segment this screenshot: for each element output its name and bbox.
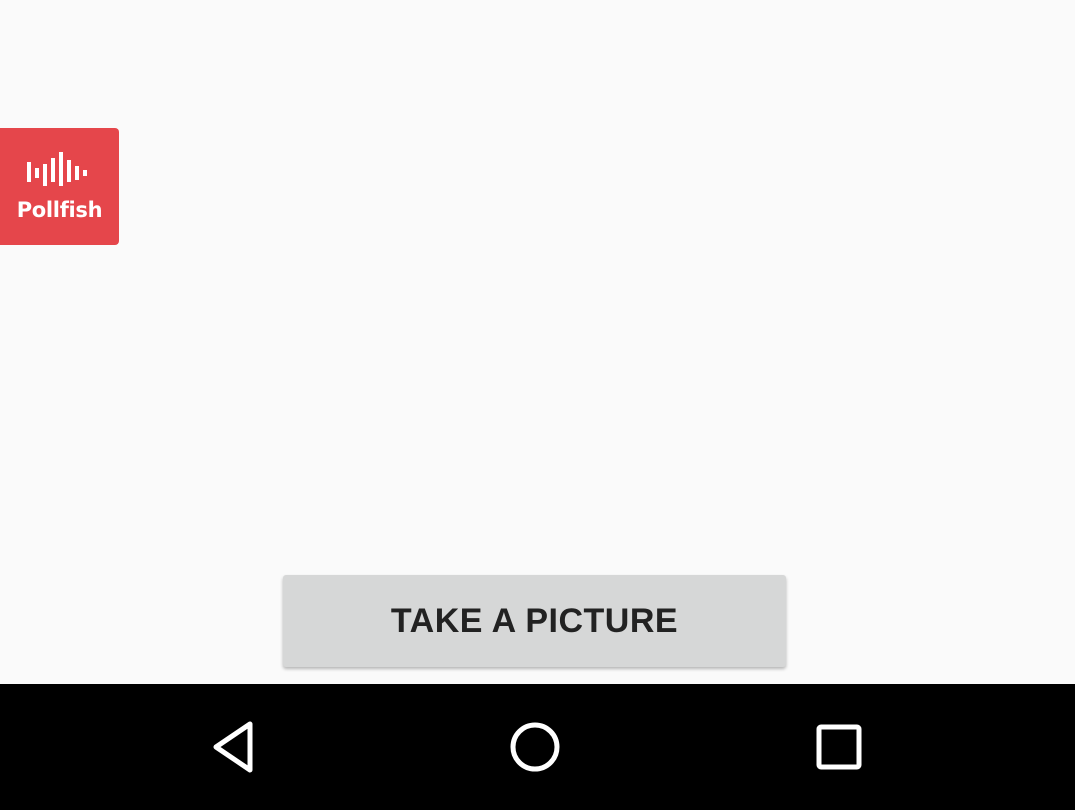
pollfish-label: Pollfish — [16, 198, 103, 222]
recents-button[interactable] — [804, 714, 874, 780]
navigation-bar — [0, 684, 1075, 810]
home-button[interactable] — [500, 714, 570, 780]
app-screen: Pollfish TAKE A PICTURE — [0, 0, 1075, 810]
pollfish-badge[interactable]: Pollfish — [0, 128, 119, 245]
content-area: Pollfish TAKE A PICTURE — [0, 0, 1075, 684]
take-picture-button[interactable]: TAKE A PICTURE — [283, 575, 786, 667]
recents-square-icon — [816, 724, 862, 770]
pollfish-logo-icon — [27, 152, 87, 186]
home-circle-icon — [510, 722, 560, 772]
back-triangle-icon — [213, 721, 253, 773]
back-button[interactable] — [198, 714, 268, 780]
